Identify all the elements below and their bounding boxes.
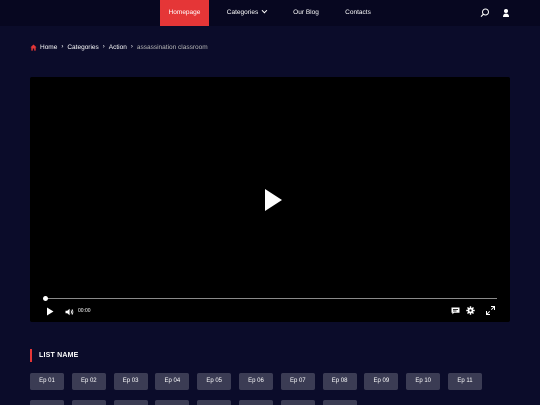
breadcrumb-home[interactable]: Home — [40, 44, 57, 51]
chevron-right-icon: › — [130, 44, 133, 50]
breadcrumb-action[interactable]: Action — [109, 44, 127, 51]
user-icon[interactable] — [500, 7, 512, 19]
gear-icon[interactable] — [466, 306, 475, 315]
episode-button[interactable] — [155, 400, 190, 405]
chevron-down-icon — [261, 7, 268, 14]
breadcrumb-categories[interactable]: Categories — [67, 44, 98, 51]
progress-bar[interactable] — [45, 298, 497, 299]
nav-contacts[interactable]: Contacts — [338, 0, 378, 26]
episode-button[interactable] — [322, 400, 357, 405]
episode-button[interactable]: Ep 08 — [322, 373, 357, 390]
nav-categories[interactable]: Categories — [220, 0, 272, 26]
nav-our-blog[interactable]: Our Blog — [286, 0, 326, 26]
play-icon[interactable] — [46, 307, 54, 316]
episode-button[interactable] — [113, 400, 148, 405]
episode-button[interactable]: Ep 09 — [364, 373, 399, 390]
episode-button[interactable]: Ep 03 — [113, 373, 148, 390]
breadcrumb-current: assassination classroom — [136, 43, 208, 51]
home-icon — [30, 43, 37, 51]
episode-button[interactable]: Ep 01 — [30, 373, 64, 390]
episode-button[interactable]: Ep 07 — [280, 373, 315, 390]
chevron-right-icon: › — [102, 44, 105, 50]
episode-button[interactable]: Ep 06 — [239, 373, 273, 390]
volume-icon[interactable] — [65, 308, 74, 316]
progress-handle[interactable] — [43, 296, 48, 301]
chevron-right-icon: › — [61, 44, 64, 50]
episode-button[interactable] — [197, 400, 232, 405]
site-header: Homepage Categories Our Blog Contacts — [0, 0, 540, 26]
episode-button[interactable]: Ep 11 — [448, 373, 482, 390]
nav-homepage[interactable]: Homepage — [160, 0, 209, 26]
episode-button[interactable]: Ep 04 — [155, 373, 190, 390]
nav-categories-label: Categories — [226, 9, 259, 16]
captions-icon[interactable] — [451, 307, 460, 315]
episode-button[interactable]: Ep 05 — [197, 373, 232, 390]
video-player[interactable]: 00:00 — [30, 77, 510, 322]
episode-button[interactable]: Ep 02 — [71, 373, 106, 390]
episode-button[interactable] — [239, 400, 273, 405]
episode-button[interactable] — [30, 400, 64, 405]
list-name-heading: LIST NAME — [30, 349, 79, 362]
time-display: 00:00 — [78, 308, 91, 314]
episode-button[interactable]: Ep 10 — [406, 373, 441, 390]
play-icon[interactable] — [263, 188, 283, 212]
episode-button[interactable] — [280, 400, 315, 405]
fullscreen-icon[interactable] — [486, 306, 495, 315]
search-icon[interactable] — [479, 7, 491, 19]
episode-button[interactable] — [71, 400, 106, 405]
breadcrumb: Home › Categories › Action › assassinati… — [30, 42, 208, 52]
